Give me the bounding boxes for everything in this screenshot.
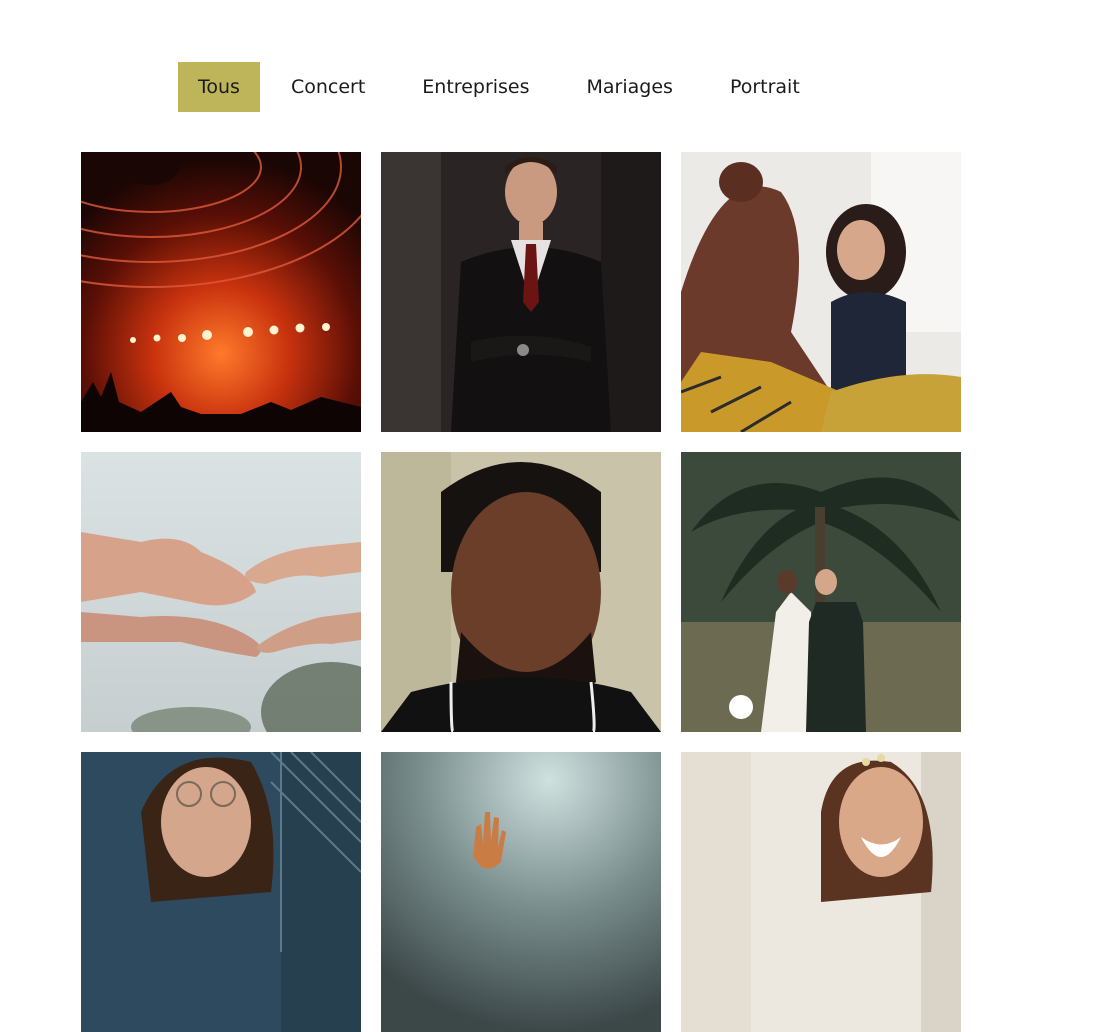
bride-image [681, 752, 961, 1032]
gallery-photo-meeting[interactable] [681, 152, 961, 432]
concert-image [81, 152, 361, 432]
gallery-filter-bar: Tous Concert Entreprises Mariages Portra… [178, 62, 826, 112]
filter-entreprises[interactable]: Entreprises [396, 62, 555, 112]
gallery-photo-woman-glasses[interactable] [81, 752, 361, 1032]
filter-tous[interactable]: Tous [178, 62, 260, 112]
wedding-couple-image [681, 452, 961, 732]
gallery-photo-wedding-couple[interactable] [681, 452, 961, 732]
gallery-photo-raised-hand[interactable] [381, 752, 661, 1032]
hands-image [81, 452, 361, 732]
gallery-photo-concert[interactable] [81, 152, 361, 432]
meeting-image [681, 152, 961, 432]
gallery-photo-portrait-man[interactable] [381, 452, 661, 732]
photo-gallery [81, 152, 961, 1032]
filter-mariages[interactable]: Mariages [561, 62, 699, 112]
woman-glasses-image [81, 752, 361, 1032]
filter-portrait[interactable]: Portrait [704, 62, 826, 112]
gallery-photo-businessman[interactable] [381, 152, 661, 432]
businessman-image [381, 152, 661, 432]
portrait-man-image [381, 452, 661, 732]
gallery-photo-bride[interactable] [681, 752, 961, 1032]
gallery-photo-hands[interactable] [81, 452, 361, 732]
filter-concert[interactable]: Concert [265, 62, 391, 112]
raised-hand-image [381, 752, 661, 1032]
